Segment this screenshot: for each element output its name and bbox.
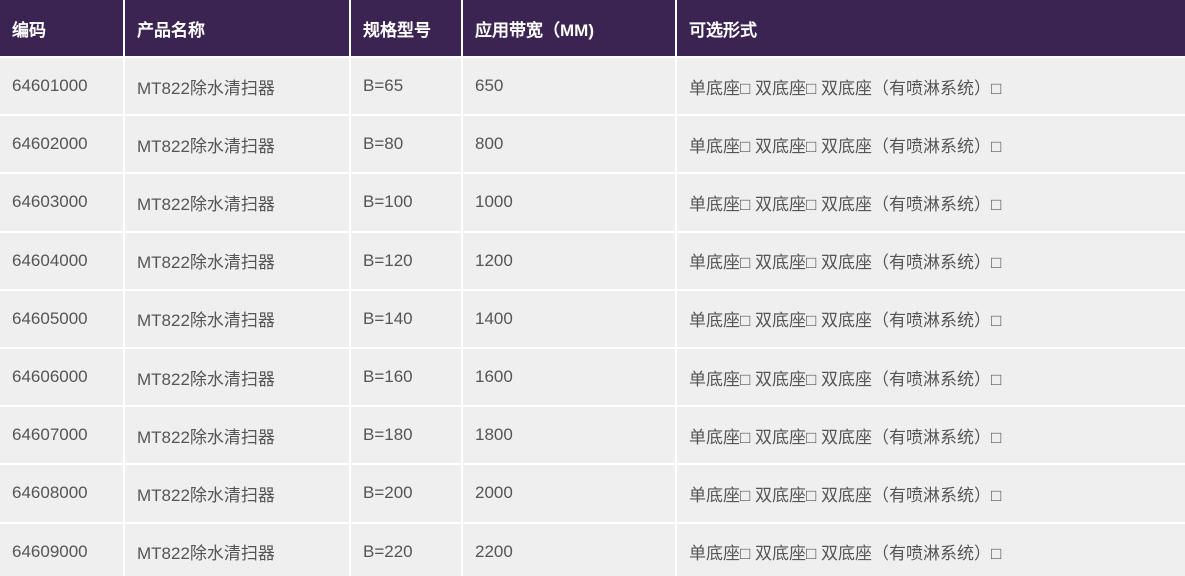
table-row: 64602000 MT822除水清扫器 B=80 800 单底座□ 双底座□ 双… (0, 116, 1185, 173)
cell-product-name: MT822除水清扫器 (125, 232, 349, 289)
cell-optional-form: 单底座□ 双底座□ 双底座（有喷淋系统）□ (677, 290, 1185, 347)
cell-belt-width: 2200 (463, 523, 675, 576)
header-product-name: 产品名称 (125, 0, 349, 56)
table-row: 64603000 MT822除水清扫器 B=100 1000 单底座□ 双底座□… (0, 174, 1185, 231)
cell-code: 64603000 (0, 174, 123, 231)
cell-product-name: MT822除水清扫器 (125, 348, 349, 406)
cell-belt-width: 1400 (463, 290, 675, 347)
cell-belt-width: 800 (463, 116, 675, 173)
cell-optional-form: 单底座□ 双底座□ 双底座（有喷淋系统）□ (677, 523, 1185, 576)
cell-code: 64606000 (0, 348, 123, 406)
table-row: 64601000 MT822除水清扫器 B=65 650 单底座□ 双底座□ 双… (0, 58, 1185, 115)
cell-spec-model: B=100 (351, 174, 461, 231)
cell-optional-form: 单底座□ 双底座□ 双底座（有喷淋系统）□ (677, 407, 1185, 464)
cell-code: 64605000 (0, 290, 123, 347)
table-header-row: 编码 产品名称 规格型号 应用带宽（MM) 可选形式 (0, 0, 1185, 56)
cell-code: 64604000 (0, 232, 123, 289)
cell-belt-width: 1600 (463, 348, 675, 406)
cell-belt-width: 650 (463, 58, 675, 115)
cell-optional-form: 单底座□ 双底座□ 双底座（有喷淋系统）□ (677, 465, 1185, 522)
cell-code: 64608000 (0, 465, 123, 522)
cell-optional-form: 单底座□ 双底座□ 双底座（有喷淋系统）□ (677, 116, 1185, 173)
cell-spec-model: B=160 (351, 348, 461, 406)
cell-spec-model: B=200 (351, 465, 461, 522)
cell-code: 64601000 (0, 58, 123, 115)
table-row: 64606000 MT822除水清扫器 B=160 1600 单底座□ 双底座□… (0, 348, 1185, 406)
cell-spec-model: B=80 (351, 116, 461, 173)
cell-spec-model: B=180 (351, 407, 461, 464)
cell-optional-form: 单底座□ 双底座□ 双底座（有喷淋系统）□ (677, 348, 1185, 406)
header-optional-form: 可选形式 (677, 0, 1185, 56)
cell-product-name: MT822除水清扫器 (125, 58, 349, 115)
cell-spec-model: B=65 (351, 58, 461, 115)
cell-belt-width: 2000 (463, 465, 675, 522)
cell-product-name: MT822除水清扫器 (125, 465, 349, 522)
table-row: 64607000 MT822除水清扫器 B=180 1800 单底座□ 双底座□… (0, 407, 1185, 464)
cell-code: 64607000 (0, 407, 123, 464)
table-row: 64604000 MT822除水清扫器 B=120 1200 单底座□ 双底座□… (0, 232, 1185, 289)
product-spec-table: 编码 产品名称 规格型号 应用带宽（MM) 可选形式 64601000 MT82… (0, 0, 1185, 576)
table-row: 64608000 MT822除水清扫器 B=200 2000 单底座□ 双底座□… (0, 465, 1185, 522)
cell-code: 64609000 (0, 523, 123, 576)
header-code: 编码 (0, 0, 123, 56)
cell-product-name: MT822除水清扫器 (125, 116, 349, 173)
cell-product-name: MT822除水清扫器 (125, 523, 349, 576)
cell-belt-width: 1200 (463, 232, 675, 289)
cell-product-name: MT822除水清扫器 (125, 290, 349, 347)
cell-optional-form: 单底座□ 双底座□ 双底座（有喷淋系统）□ (677, 174, 1185, 231)
header-spec-model: 规格型号 (351, 0, 461, 56)
cell-spec-model: B=140 (351, 290, 461, 347)
cell-code: 64602000 (0, 116, 123, 173)
table-row: 64609000 MT822除水清扫器 B=220 2200 单底座□ 双底座□… (0, 523, 1185, 576)
cell-product-name: MT822除水清扫器 (125, 407, 349, 464)
cell-optional-form: 单底座□ 双底座□ 双底座（有喷淋系统）□ (677, 232, 1185, 289)
cell-belt-width: 1000 (463, 174, 675, 231)
cell-spec-model: B=220 (351, 523, 461, 576)
header-belt-width: 应用带宽（MM) (463, 0, 675, 56)
cell-product-name: MT822除水清扫器 (125, 174, 349, 231)
cell-optional-form: 单底座□ 双底座□ 双底座（有喷淋系统）□ (677, 58, 1185, 115)
cell-spec-model: B=120 (351, 232, 461, 289)
table-row: 64605000 MT822除水清扫器 B=140 1400 单底座□ 双底座□… (0, 290, 1185, 347)
cell-belt-width: 1800 (463, 407, 675, 464)
